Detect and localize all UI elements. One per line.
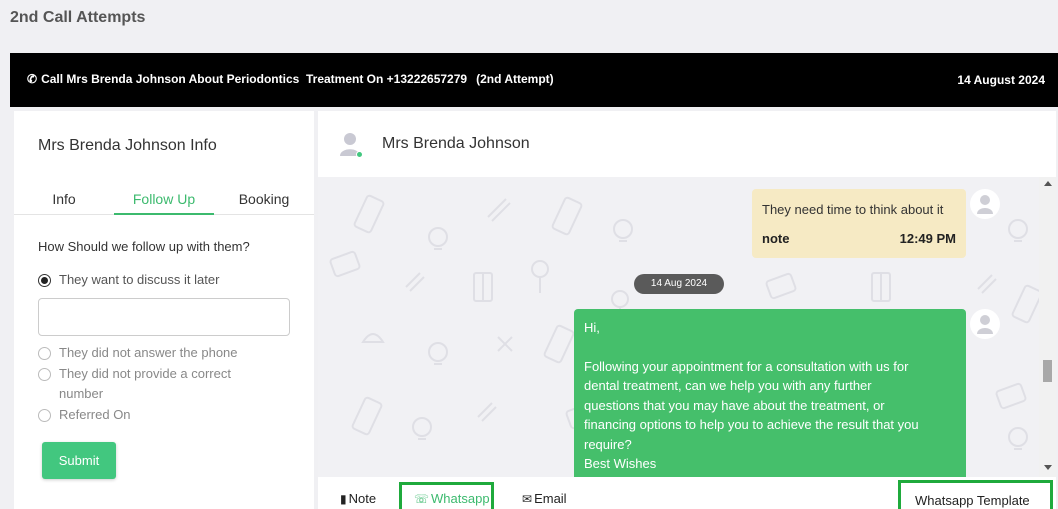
note-button[interactable]: ▮ Note bbox=[340, 491, 376, 506]
option-label: Referred On bbox=[59, 407, 131, 422]
message-line: require? bbox=[584, 437, 632, 452]
sender-avatar bbox=[970, 309, 1000, 339]
chat-header: Mrs Brenda Johnson bbox=[318, 111, 1056, 177]
option-label-line2: number bbox=[59, 386, 104, 401]
option-no-answer[interactable]: They did not answer the phone bbox=[38, 345, 238, 363]
note-message-text: They need time to think about it bbox=[762, 202, 944, 217]
follow-up-text-field[interactable] bbox=[38, 298, 290, 336]
chat-messages-area[interactable]: They need time to think about it note 12… bbox=[318, 177, 1056, 477]
page-title: 2nd Call Attempts bbox=[10, 9, 146, 26]
tab-booking[interactable]: Booking bbox=[214, 191, 314, 207]
note-message-bubble: They need time to think about it note 12… bbox=[752, 189, 966, 258]
user-avatar-icon bbox=[977, 315, 993, 334]
phone-icon: ✆ bbox=[27, 72, 38, 86]
whatsapp-button[interactable]: ☏ Whatsapp bbox=[414, 491, 490, 506]
note-message-time: 12:49 PM bbox=[899, 231, 956, 246]
note-button-label: Note bbox=[348, 491, 377, 506]
radio-referred-on[interactable] bbox=[38, 409, 51, 422]
follow-up-question: How Should we follow up with them? bbox=[38, 239, 250, 254]
email-button[interactable]: ✉ Email bbox=[522, 491, 567, 506]
option-label-line1: They did not provide a correct bbox=[59, 366, 231, 381]
scroll-up-arrow-icon[interactable] bbox=[1044, 181, 1052, 186]
chat-scrollbar[interactable] bbox=[1039, 177, 1056, 477]
message-line: Best Wishes bbox=[584, 456, 657, 471]
call-text: Call Mrs Brenda Johnson About Periodonti… bbox=[41, 72, 468, 86]
option-referred-on[interactable]: Referred On bbox=[38, 407, 131, 425]
radio-discuss-later[interactable] bbox=[38, 274, 51, 287]
option-discuss-later[interactable]: They want to discuss it later bbox=[38, 272, 220, 290]
chat-panel: Mrs Brenda Johnson They need time to thi… bbox=[318, 111, 1056, 509]
whatsapp-button-label: Whatsapp bbox=[431, 491, 490, 506]
tab-follow-up[interactable]: Follow Up bbox=[114, 191, 214, 207]
banner-date: 14 August 2024 bbox=[957, 73, 1045, 87]
option-incorrect-number[interactable]: They did not provide a correct number bbox=[38, 364, 231, 404]
radio-incorrect-number[interactable] bbox=[38, 368, 51, 381]
message-line: questions that you may have about the tr… bbox=[584, 398, 885, 413]
attempt-label: (2nd Attempt) bbox=[476, 72, 554, 86]
active-tab-indicator bbox=[114, 213, 214, 215]
message-line: dental treatment, can we help you with a… bbox=[584, 378, 872, 393]
chat-footer: ▮ Note ☏ Whatsapp ✉ Email Whatsapp Templ… bbox=[318, 477, 1056, 509]
option-label: They want to discuss it later bbox=[59, 272, 220, 287]
email-button-label: Email bbox=[534, 491, 567, 506]
note-message-label: note bbox=[762, 231, 790, 246]
message-line: financing options to help you to achieve… bbox=[584, 417, 919, 432]
call-banner: ✆ Call Mrs Brenda Johnson About Periodon… bbox=[10, 53, 1058, 107]
option-label: They did not provide a correct number bbox=[59, 364, 231, 404]
info-tabs: Info Follow Up Booking bbox=[14, 186, 314, 215]
radio-no-answer[interactable] bbox=[38, 347, 51, 360]
document-icon: ▮ bbox=[340, 491, 347, 506]
whatsapp-template-button[interactable]: Whatsapp Template bbox=[915, 493, 1030, 508]
online-status-dot bbox=[356, 151, 363, 158]
scroll-down-arrow-icon[interactable] bbox=[1044, 465, 1052, 470]
envelope-icon: ✉ bbox=[522, 491, 533, 506]
whatsapp-message-bubble: Hi, Following your appointment for a con… bbox=[574, 309, 966, 477]
scroll-thumb[interactable] bbox=[1043, 360, 1052, 382]
sender-avatar bbox=[970, 189, 1000, 219]
contact-name: Mrs Brenda Johnson bbox=[382, 135, 530, 152]
option-label: They did not answer the phone bbox=[59, 345, 238, 360]
contact-info-panel: Mrs Brenda Johnson Info Info Follow Up B… bbox=[14, 111, 314, 509]
message-line: Hi, bbox=[584, 320, 600, 335]
whatsapp-icon: ☏ bbox=[414, 491, 430, 506]
tab-info[interactable]: Info bbox=[14, 191, 114, 207]
call-info: ✆ Call Mrs Brenda Johnson About Periodon… bbox=[27, 72, 554, 86]
date-separator: 14 Aug 2024 bbox=[634, 274, 724, 294]
message-line: Following your appointment for a consult… bbox=[584, 359, 909, 374]
submit-button[interactable]: Submit bbox=[42, 442, 116, 479]
user-avatar-icon bbox=[977, 195, 993, 214]
contact-info-title: Mrs Brenda Johnson Info bbox=[38, 137, 217, 154]
